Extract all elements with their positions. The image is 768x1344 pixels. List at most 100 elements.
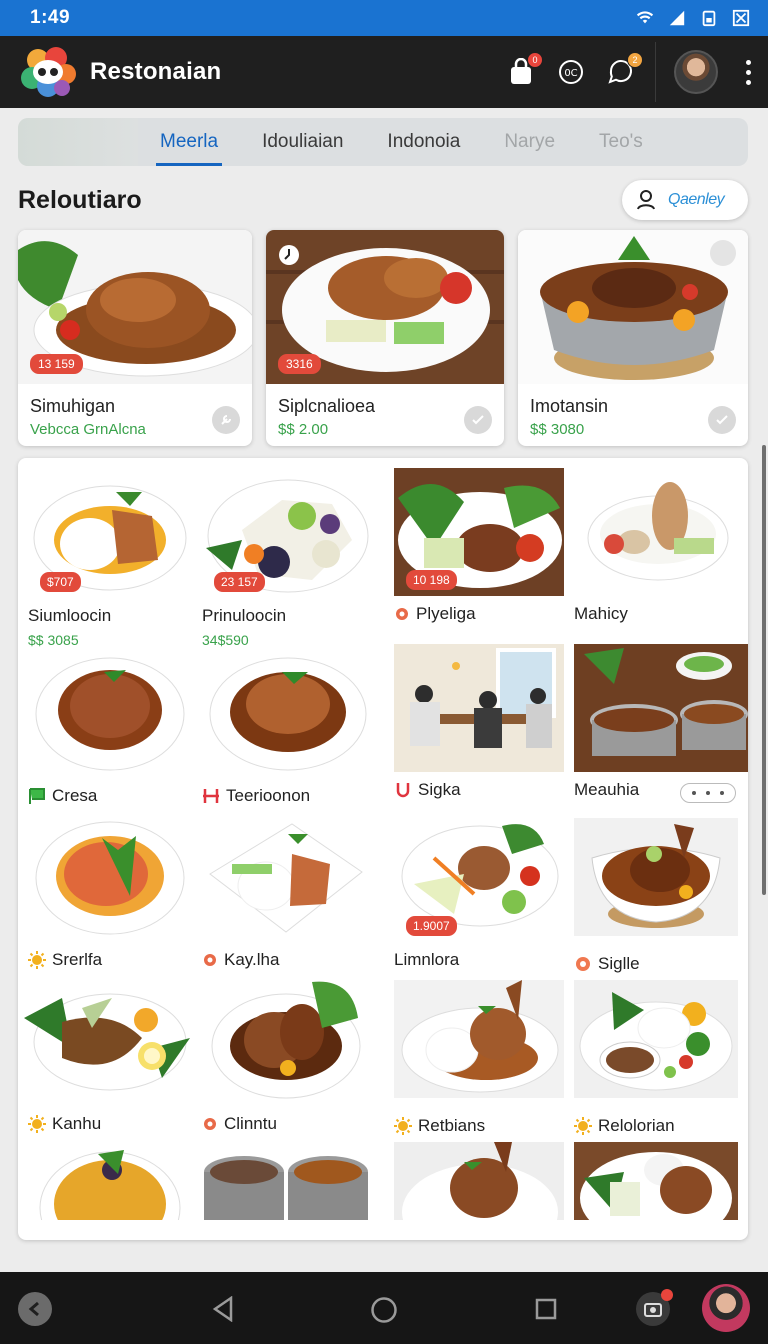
tab-indonoia[interactable]: Indonoia (365, 118, 482, 166)
price-tag: 10 198 (406, 570, 457, 590)
status-time: 1:49 (30, 7, 71, 28)
menu-item[interactable]: Retbians (394, 980, 564, 1136)
food-image: 1.9007 (394, 814, 564, 942)
close-box-icon (732, 9, 750, 27)
appbar-divider (655, 42, 656, 102)
tab-idouliaian[interactable]: Idouliaian (240, 118, 365, 166)
flag-icon (29, 788, 45, 804)
gear-icon (204, 954, 216, 966)
dish-price: $$ 3085 (28, 632, 79, 648)
food-image (28, 1140, 198, 1220)
dish-name: Kay.lha (224, 950, 280, 969)
more-icon[interactable] (710, 240, 736, 266)
menu-item[interactable]: $707 Siumloocin $$ 3085 (28, 470, 198, 648)
user-avatar[interactable] (674, 50, 718, 94)
food-image (200, 1148, 370, 1220)
tab-teos[interactable]: Teo's (577, 118, 665, 166)
food-image (28, 650, 198, 778)
price-tag: 1.9007 (406, 916, 457, 936)
food-image (574, 644, 748, 772)
menu-item[interactable]: 10 198 Plyeliga (394, 468, 564, 624)
back-button[interactable] (18, 1292, 52, 1326)
profile-avatar[interactable] (702, 1284, 750, 1332)
more-options-pill[interactable] (680, 783, 736, 803)
menu-item[interactable] (200, 1148, 370, 1220)
clock-icon (279, 245, 299, 265)
chat-button[interactable]: 0C (555, 56, 587, 88)
tab-meerla[interactable]: Meerla (138, 118, 240, 166)
menu-item[interactable]: Siglle (574, 818, 744, 974)
app-title: Restonaian (90, 58, 222, 85)
dish-name: Siplcnalioea (278, 396, 376, 416)
scrollbar[interactable] (762, 445, 766, 895)
food-image (22, 978, 192, 1106)
featured-card[interactable]: 3316 Siplcnalioea $$ 2.00 (266, 230, 504, 446)
menu-item[interactable] (574, 1142, 744, 1220)
menu-item[interactable]: Meauhia (574, 644, 748, 800)
dish-name: Srerlfa (52, 950, 103, 969)
back-triangle-icon[interactable] (212, 1296, 234, 1322)
more-options-icon[interactable] (744, 59, 752, 85)
dish-name: Siumloocin (28, 606, 112, 625)
section-title: Reloutiaro (18, 186, 142, 214)
dish-name: Retbians (418, 1116, 486, 1135)
menu-item[interactable]: Sigka (394, 644, 564, 800)
dish-name: Clinntu (224, 1114, 277, 1133)
price-tag: 3316 (278, 354, 321, 374)
app-logo[interactable] (20, 46, 78, 98)
food-image (202, 814, 372, 942)
dish-name: Kanhu (52, 1114, 102, 1133)
menu-item[interactable]: Teerioonon (202, 650, 372, 806)
menu-item[interactable]: Clinntu (202, 978, 372, 1134)
tab-narye[interactable]: Narye (482, 118, 577, 166)
sun-icon (28, 951, 46, 969)
menu-item[interactable]: Kanhu (22, 978, 192, 1134)
dish-name: Imotansin (530, 396, 609, 416)
dish-name: Plyeliga (416, 604, 476, 623)
featured-card[interactable]: 13 159 Simuhigan Vebcca GrnAlcna (18, 230, 252, 446)
menu-item[interactable]: 23 157 Prinuloocin 34$590 (202, 470, 372, 648)
menu-item[interactable]: Relolorian (574, 980, 744, 1136)
camera-button[interactable] (636, 1289, 673, 1326)
notifications-button[interactable]: 2 (605, 52, 643, 88)
dish-name: Siglle (598, 954, 640, 973)
category-tabs: Meerla Idouliaian Indonoia Narye Teo's (18, 118, 748, 166)
sun-icon (574, 1117, 592, 1135)
menu-item[interactable]: 1.9007 Limnlora (394, 814, 564, 970)
dish-name: Simuhigan (30, 396, 116, 416)
food-image (394, 1142, 564, 1220)
queue-label: Qaenley (668, 191, 725, 208)
sun-icon (28, 1115, 46, 1133)
home-circle-icon[interactable] (370, 1296, 398, 1324)
svg-text:0C: 0C (564, 68, 577, 79)
cart-badge: 0 (527, 52, 543, 68)
cart-button[interactable]: 0 (505, 52, 543, 88)
menu-item[interactable]: Mahicy (574, 468, 744, 624)
food-image (28, 814, 198, 942)
bracket-icon (396, 783, 410, 798)
wrench-icon[interactable] (212, 406, 240, 434)
gear-icon (396, 608, 408, 620)
food-image: 10 198 (394, 468, 564, 596)
menu-item[interactable]: Cresa (28, 650, 198, 806)
price-tag: $707 (40, 572, 81, 592)
checkmark-icon[interactable] (464, 406, 492, 434)
wifi-icon (636, 11, 654, 24)
sun-icon (394, 1117, 412, 1135)
food-image (202, 650, 372, 778)
person-icon (637, 190, 655, 210)
menu-item[interactable] (394, 1142, 564, 1220)
menu-item[interactable] (28, 1140, 198, 1220)
dish-name: Mahicy (574, 604, 628, 623)
queue-button[interactable]: Qaenley (622, 180, 748, 220)
checkmark-icon[interactable] (708, 406, 736, 434)
dish-name: Relolorian (598, 1116, 675, 1135)
featured-card[interactable]: Imotansin $$ 3080 (518, 230, 748, 446)
dish-subtitle: $$ 3080 (530, 421, 585, 438)
menu-item[interactable]: Kay.lha (202, 814, 372, 970)
food-image (574, 980, 744, 1098)
food-image: 23 157 (202, 470, 372, 598)
recents-square-icon[interactable] (535, 1298, 557, 1320)
food-image: 3316 (266, 230, 504, 384)
menu-item[interactable]: Srerlfa (28, 814, 198, 970)
